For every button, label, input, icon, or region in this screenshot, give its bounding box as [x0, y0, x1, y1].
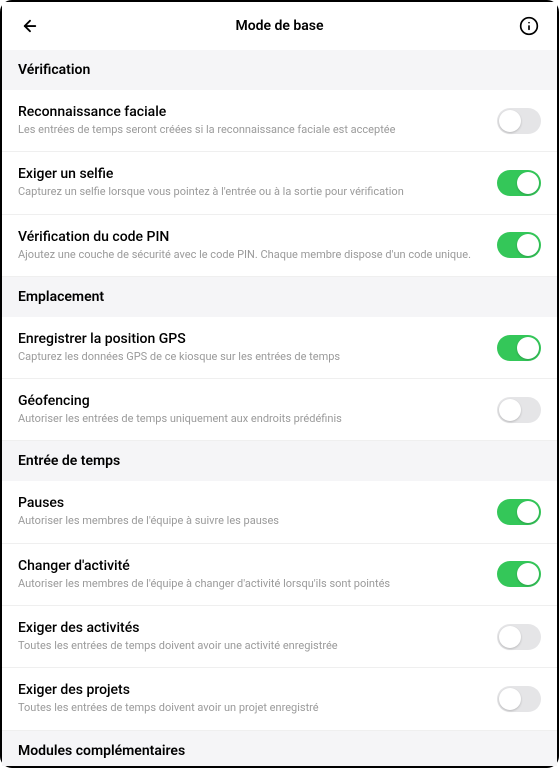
setting-title: Reconnaissance faciale: [18, 104, 481, 120]
setting-title: Changer d'activité: [18, 558, 481, 574]
setting-title: Exiger un selfie: [18, 166, 481, 182]
toggle-change-activity[interactable]: [497, 561, 541, 587]
setting-desc: Capturez les données GPS de ce kiosque s…: [18, 350, 481, 364]
header: Mode de base: [2, 2, 557, 50]
setting-title: Enregistrer la position GPS: [18, 331, 481, 347]
section-time-entry: Entrée de temps: [2, 441, 557, 481]
setting-desc: Ajoutez une couche de sécurité avec le c…: [18, 248, 481, 262]
toggle-geofencing[interactable]: [497, 397, 541, 423]
setting-desc: Capturez un selfie lorsque vous pointez …: [18, 185, 481, 199]
setting-desc: Toutes les entrées de temps doivent avoi…: [18, 701, 481, 715]
setting-facial-recognition: Reconnaissance faciale Les entrées de te…: [2, 90, 557, 152]
toggle-gps[interactable]: [497, 335, 541, 361]
setting-selfie: Exiger un selfie Capturez un selfie lors…: [2, 152, 557, 214]
toggle-breaks[interactable]: [497, 499, 541, 525]
setting-desc: Autoriser les entrées de temps uniquemen…: [18, 412, 481, 426]
info-icon: [519, 16, 539, 36]
setting-gps: Enregistrer la position GPS Capturez les…: [2, 317, 557, 379]
setting-title: Exiger des projets: [18, 682, 481, 698]
content-scroll[interactable]: Vérification Reconnaissance faciale Les …: [2, 50, 557, 766]
setting-geofencing: Géofencing Autoriser les entrées de temp…: [2, 379, 557, 441]
info-button[interactable]: [517, 14, 541, 38]
setting-title: Géofencing: [18, 393, 481, 409]
setting-pin: Vérification du code PIN Ajoutez une cou…: [2, 215, 557, 277]
setting-change-activity: Changer d'activité Autoriser les membres…: [2, 544, 557, 606]
setting-require-activities: Exiger des activités Toutes les entrées …: [2, 606, 557, 668]
toggle-require-activities[interactable]: [497, 624, 541, 650]
back-button[interactable]: [18, 14, 42, 38]
section-modules: Modules complémentaires: [2, 731, 557, 766]
setting-desc: Autoriser les membres de l'équipe à chan…: [18, 577, 481, 591]
back-arrow-icon: [21, 17, 39, 35]
setting-title: Vérification du code PIN: [18, 229, 481, 245]
setting-desc: Toutes les entrées de temps doivent avoi…: [18, 639, 481, 653]
setting-desc: Les entrées de temps seront créées si la…: [18, 123, 481, 137]
page-title: Mode de base: [235, 18, 323, 34]
section-verification: Vérification: [2, 50, 557, 90]
toggle-require-projects[interactable]: [497, 686, 541, 712]
toggle-facial-recognition[interactable]: [497, 108, 541, 134]
section-location: Emplacement: [2, 277, 557, 317]
setting-title: Exiger des activités: [18, 620, 481, 636]
setting-require-projects: Exiger des projets Toutes les entrées de…: [2, 668, 557, 730]
setting-desc: Autoriser les membres de l'équipe à suiv…: [18, 514, 481, 528]
toggle-pin[interactable]: [497, 232, 541, 258]
setting-title: Pauses: [18, 495, 481, 511]
setting-breaks: Pauses Autoriser les membres de l'équipe…: [2, 481, 557, 543]
toggle-selfie[interactable]: [497, 170, 541, 196]
